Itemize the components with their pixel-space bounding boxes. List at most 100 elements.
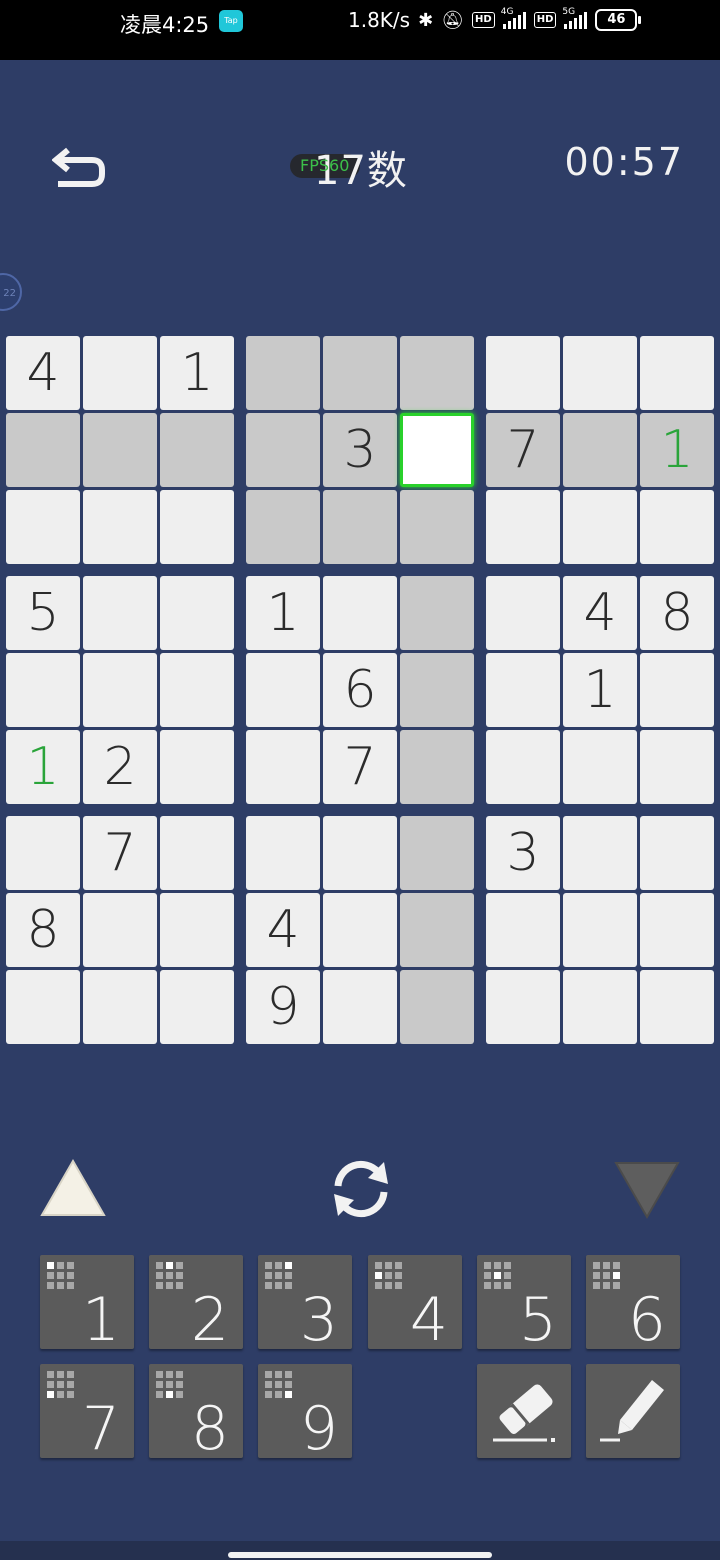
undo-button[interactable] (51, 140, 108, 192)
sudoku-cell[interactable] (323, 970, 397, 1044)
sudoku-cell[interactable]: 4 (563, 576, 637, 650)
sudoku-cell[interactable] (563, 816, 637, 890)
sudoku-cell[interactable]: 1 (563, 653, 637, 727)
eraser-button[interactable] (477, 1364, 571, 1458)
sudoku-cell[interactable] (400, 653, 474, 727)
sudoku-cell[interactable]: 8 (6, 893, 80, 967)
sudoku-cell[interactable] (486, 893, 560, 967)
sudoku-cell[interactable] (160, 970, 234, 1044)
sudoku-cell[interactable] (400, 893, 474, 967)
sudoku-cell[interactable] (640, 970, 714, 1044)
sudoku-cell[interactable] (563, 336, 637, 410)
sudoku-cell[interactable] (6, 653, 80, 727)
sudoku-cell[interactable] (323, 576, 397, 650)
sudoku-cell[interactable]: 2 (83, 730, 157, 804)
sudoku-cell[interactable] (323, 816, 397, 890)
sudoku-cell[interactable]: 9 (246, 970, 320, 1044)
sudoku-cell[interactable]: 1 (6, 730, 80, 804)
sudoku-cell[interactable] (246, 336, 320, 410)
sudoku-cell[interactable] (323, 893, 397, 967)
sudoku-cell[interactable] (83, 893, 157, 967)
up-button[interactable] (40, 1158, 106, 1218)
sudoku-cell[interactable]: 1 (160, 336, 234, 410)
digit-key-6[interactable]: 6 (586, 1255, 680, 1355)
sudoku-cell[interactable] (640, 730, 714, 804)
sudoku-cell[interactable] (83, 970, 157, 1044)
sudoku-cell[interactable] (486, 576, 560, 650)
sudoku-cell[interactable] (160, 576, 234, 650)
digit-key-label: 3 (299, 1285, 338, 1355)
sudoku-cell[interactable] (160, 653, 234, 727)
sudoku-cell[interactable] (400, 336, 474, 410)
down-button[interactable] (614, 1160, 680, 1220)
sudoku-cell[interactable] (486, 730, 560, 804)
sudoku-cell[interactable] (83, 653, 157, 727)
sudoku-cell[interactable] (6, 413, 80, 487)
digit-key-5[interactable]: 5 (477, 1255, 571, 1355)
sudoku-cell[interactable] (83, 576, 157, 650)
sudoku-cell[interactable] (563, 893, 637, 967)
sudoku-cell[interactable] (486, 490, 560, 564)
sudoku-cell-selected[interactable] (400, 413, 474, 487)
sudoku-cell[interactable] (563, 970, 637, 1044)
sudoku-cell[interactable] (400, 970, 474, 1044)
sudoku-cell[interactable] (486, 336, 560, 410)
sudoku-cell[interactable] (640, 336, 714, 410)
sudoku-cell[interactable]: 8 (640, 576, 714, 650)
sudoku-cell[interactable] (83, 413, 157, 487)
sudoku-cell[interactable]: 6 (323, 653, 397, 727)
sudoku-cell[interactable] (400, 730, 474, 804)
sudoku-cell[interactable] (246, 413, 320, 487)
bluetooth-icon: ✱ (418, 9, 434, 31)
sudoku-cell[interactable]: 1 (246, 576, 320, 650)
sudoku-cell[interactable] (246, 730, 320, 804)
sudoku-cell[interactable] (323, 336, 397, 410)
sudoku-cell[interactable] (246, 816, 320, 890)
sudoku-cell[interactable] (160, 490, 234, 564)
sudoku-cell[interactable] (563, 413, 637, 487)
sudoku-cell[interactable] (400, 816, 474, 890)
digit-key-2[interactable]: 2 (149, 1255, 243, 1355)
digit-key-8[interactable]: 8 (149, 1364, 243, 1464)
sudoku-cell[interactable] (160, 413, 234, 487)
digit-key-3[interactable]: 3 (258, 1255, 352, 1355)
sudoku-cell[interactable]: 4 (6, 336, 80, 410)
sudoku-cell[interactable] (83, 490, 157, 564)
sudoku-cell[interactable] (563, 490, 637, 564)
sudoku-cell[interactable]: 3 (486, 816, 560, 890)
sudoku-cell[interactable] (640, 816, 714, 890)
sudoku-cell[interactable]: 3 (323, 413, 397, 487)
floating-bubble[interactable]: 22 (0, 273, 22, 311)
sudoku-cell[interactable] (246, 653, 320, 727)
sudoku-cell[interactable] (160, 893, 234, 967)
sudoku-cell[interactable] (6, 970, 80, 1044)
sudoku-cell[interactable] (6, 490, 80, 564)
sudoku-cell[interactable] (160, 816, 234, 890)
digit-key-9[interactable]: 9 (258, 1364, 352, 1464)
sudoku-cell[interactable] (486, 653, 560, 727)
sudoku-cell[interactable]: 7 (83, 816, 157, 890)
refresh-button[interactable] (326, 1156, 396, 1222)
sudoku-cell[interactable]: 4 (246, 893, 320, 967)
digit-key-4[interactable]: 4 (368, 1255, 462, 1355)
sudoku-cell[interactable] (640, 653, 714, 727)
pencil-button[interactable] (586, 1364, 680, 1458)
sudoku-cell[interactable]: 7 (323, 730, 397, 804)
sudoku-cell[interactable]: 7 (486, 413, 560, 487)
home-indicator[interactable] (228, 1552, 492, 1558)
sudoku-cell[interactable] (400, 576, 474, 650)
digit-key-1[interactable]: 1 (40, 1255, 134, 1355)
sudoku-cell[interactable] (640, 490, 714, 564)
sudoku-cell[interactable]: 5 (6, 576, 80, 650)
sudoku-cell[interactable] (246, 490, 320, 564)
sudoku-cell[interactable] (563, 730, 637, 804)
sudoku-cell[interactable] (640, 893, 714, 967)
sudoku-cell[interactable] (83, 336, 157, 410)
sudoku-cell[interactable] (400, 490, 474, 564)
digit-key-7[interactable]: 7 (40, 1364, 134, 1464)
sudoku-cell[interactable] (323, 490, 397, 564)
sudoku-cell[interactable] (6, 816, 80, 890)
sudoku-cell[interactable]: 1 (640, 413, 714, 487)
sudoku-cell[interactable] (160, 730, 234, 804)
sudoku-cell[interactable] (486, 970, 560, 1044)
